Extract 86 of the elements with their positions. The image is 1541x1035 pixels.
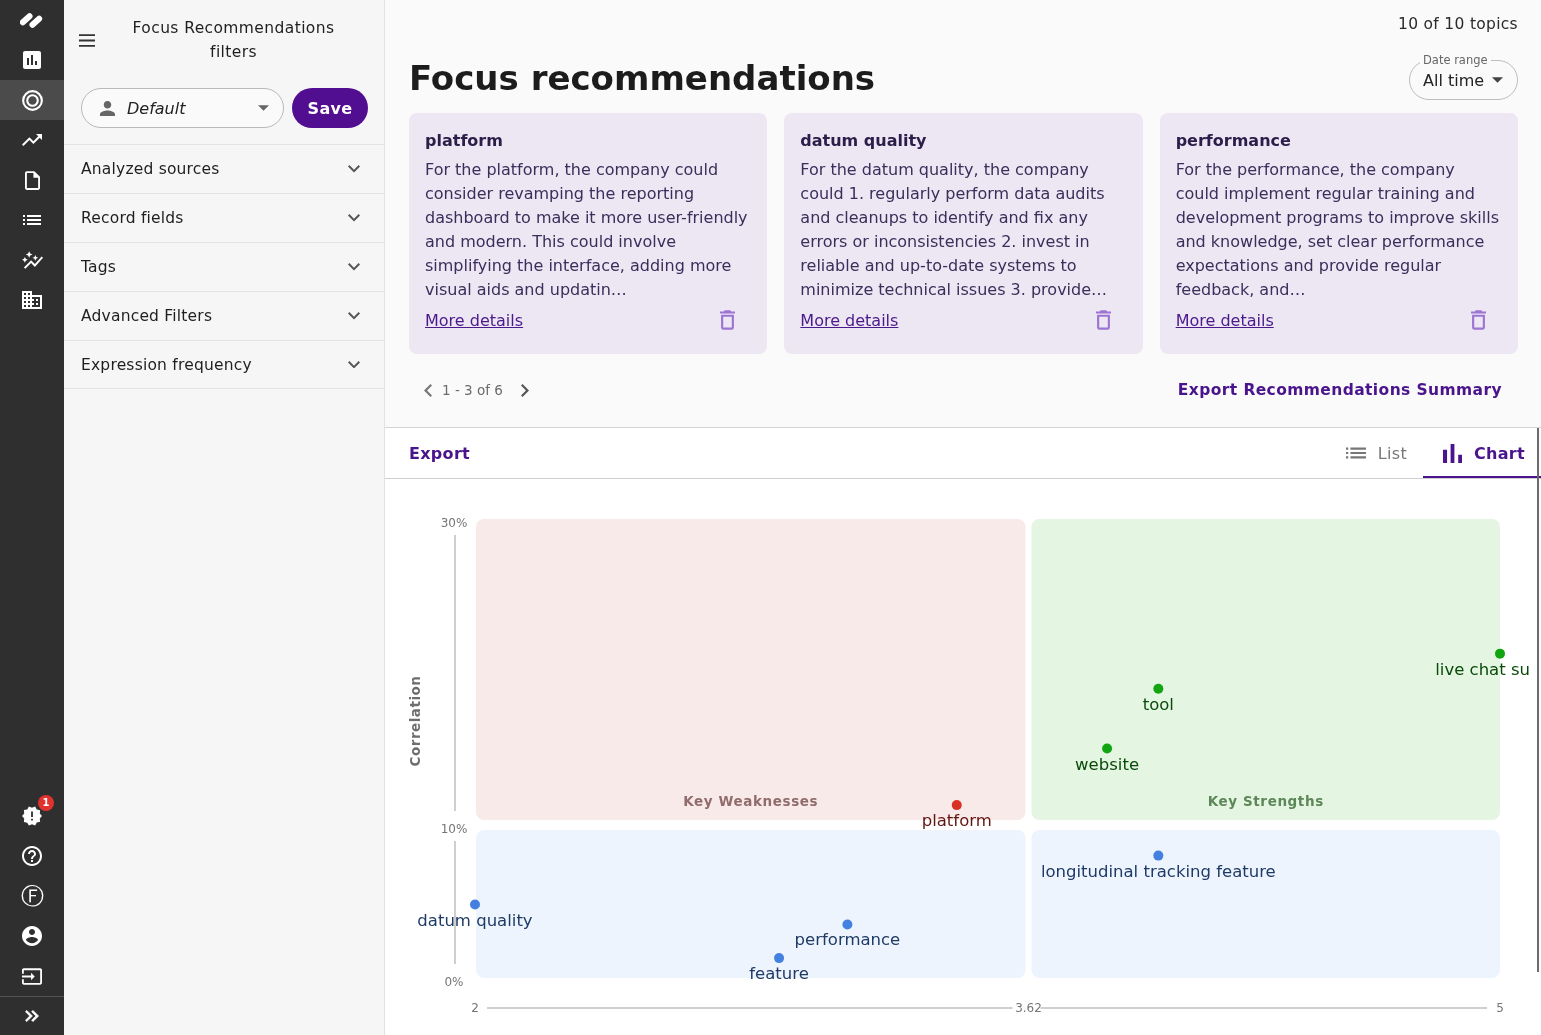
caret-icon [258, 105, 269, 111]
document-icon [24, 170, 40, 190]
chevron-right-icon [520, 383, 529, 397]
data-point[interactable] [1495, 648, 1505, 659]
trash-icon [720, 310, 736, 330]
delete-button[interactable] [720, 310, 736, 330]
delete-button[interactable] [1095, 310, 1111, 330]
filter-section[interactable]: Advanced Filters [64, 291, 384, 340]
card-title: platform [425, 130, 504, 152]
quadrant-label: Key Weaknesses [683, 793, 819, 809]
alert-icon [22, 806, 42, 826]
more-details-link[interactable]: More details [425, 310, 524, 330]
logo-icon [20, 12, 44, 28]
filter-section[interactable]: Expression frequency [64, 340, 384, 389]
filter-section[interactable]: Record fields [64, 193, 384, 242]
point-label: tool [1142, 694, 1174, 714]
notification-badge: 1 [38, 795, 54, 811]
alerts-button[interactable]: 1 [0, 796, 64, 836]
quadrant-label: Key Strengths [1207, 793, 1324, 809]
data-point[interactable] [842, 919, 853, 930]
menu-icon [79, 33, 95, 47]
sparkle-chart-icon [21, 251, 43, 269]
data-point[interactable] [1153, 683, 1164, 694]
sign-in-arrow-icon [22, 967, 42, 985]
save-button[interactable]: Save [292, 88, 368, 128]
data-point[interactable] [774, 953, 785, 964]
point-label: datum quality [417, 910, 533, 930]
caret-icon [1492, 77, 1503, 83]
data-point[interactable] [951, 800, 962, 811]
data-point[interactable] [1102, 743, 1113, 754]
axis-tick-label: 0% [444, 975, 464, 989]
menu-button[interactable] [79, 33, 95, 47]
axis-tick-label: 5 [1496, 1001, 1504, 1015]
list-icon [1345, 447, 1366, 459]
topic-count: 10 of 10 topics [1398, 15, 1518, 33]
trending-up-icon [22, 134, 42, 146]
page-range: 1 - 3 of 6 [442, 382, 503, 398]
scrollbar-thumb[interactable] [1537, 428, 1539, 972]
card-text: For the datum quality, the company could 1. regularly perform data audits and cleanups to identify and fix any errors or inconsistencies 2. invest in reliable and up-to-date systems to minimize technical issues 3. provide… [800, 159, 1109, 301]
next-page-button[interactable] [520, 383, 529, 397]
nav-button[interactable] [0, 80, 64, 120]
bar-chart-icon [23, 51, 41, 69]
trash-icon [1471, 310, 1486, 330]
account-icon [22, 926, 42, 946]
point-label: performance [794, 930, 901, 950]
field-label: Date range [1420, 53, 1491, 67]
bar-chart-icon [1443, 443, 1463, 463]
point-label: longitudinal tracking feature [1040, 861, 1276, 881]
double-chevron-icon [25, 1010, 39, 1022]
building-icon [22, 291, 42, 309]
delete-button[interactable] [1471, 310, 1486, 330]
axis-tick-label: 3.62 [1015, 1001, 1042, 1015]
help-icon [22, 846, 42, 866]
axis-tick-label: 30% [440, 516, 468, 530]
previous-page-button[interactable] [424, 383, 432, 397]
axis-tick-label: 10% [440, 822, 468, 836]
trash-icon [1095, 310, 1111, 330]
preset-select[interactable]: Default [81, 88, 284, 128]
view-tab[interactable]: List [1333, 428, 1424, 478]
data-point[interactable] [1153, 850, 1164, 861]
list-icon [23, 215, 41, 225]
date-range-value: All time [1423, 70, 1486, 90]
preset-value: Default [127, 98, 187, 118]
target-icon [21, 89, 43, 111]
more-details-link[interactable]: More details [800, 310, 899, 330]
filter-section[interactable]: Analyzed sources [64, 144, 384, 193]
panel-title: Focus Recommendations filters [131, 18, 336, 63]
card-title: performance [1175, 130, 1292, 152]
export-button[interactable]: Export [409, 428, 471, 478]
card-text: For the platform, the company could consider revamping the reporting dashboard to make it more user-friendly and modern. This could involve simplifying the interface, adding more visual aids and updatin… [425, 159, 749, 301]
chevron-left-icon [424, 383, 432, 397]
more-details-link[interactable]: More details [1175, 310, 1274, 330]
circled-letter-button[interactable]: Ⓕ [0, 876, 64, 916]
point-label: feature [749, 964, 809, 984]
point-label: platform [921, 811, 992, 831]
card-text: For the performance, the company could implement regular training and development programs to improve skills and knowledge, set clear performance expectations and provide regular feedback, and… [1175, 159, 1501, 301]
export-summary-button[interactable]: Export Recommendations Summary [1177, 381, 1502, 399]
filter-section[interactable]: Tags [64, 242, 384, 291]
point-label: live chat su [1435, 659, 1530, 679]
axis-title: Correlation [407, 675, 423, 767]
point-label: website [1075, 754, 1140, 774]
card-title: datum quality [800, 130, 928, 152]
axis-tick-label: 2 [471, 1001, 479, 1015]
data-point[interactable] [470, 899, 480, 910]
person-icon [100, 100, 115, 116]
page-title: Focus recommendations [409, 57, 876, 100]
